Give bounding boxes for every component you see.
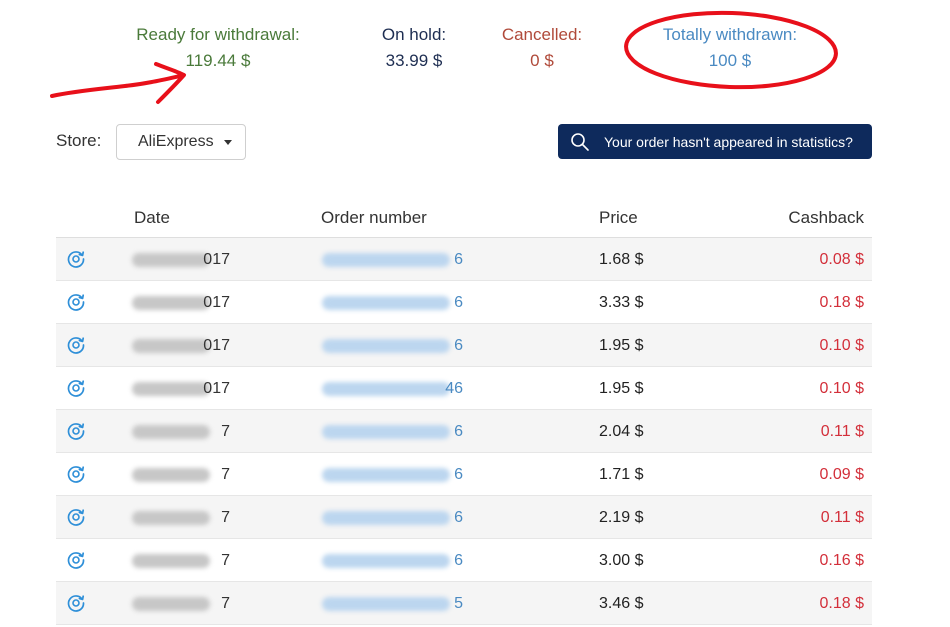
table-row: 7 6 1.71 $ 0.09 $ [56,453,872,496]
column-header-order-number[interactable]: Order number [321,208,427,228]
refresh-circle-icon[interactable] [66,249,86,269]
cell-cashback: 0.18 $ [819,595,864,612]
table-row: 017 46 1.95 $ 0.10 $ [56,367,872,410]
table-body: 017 6 1.68 $ 0.08 $ 017 6 3.33 $ 0.18 $ … [56,238,872,625]
cell-price: 2.19 $ [599,509,644,526]
cell-cashback: 0.11 $ [820,509,864,526]
table-row: 7 6 2.19 $ 0.11 $ [56,496,872,539]
cell-date: 7 [221,595,230,612]
stat-withdrawn-label: Totally withdrawn: [662,25,798,44]
table-row: 7 6 3.00 $ 0.16 $ [56,539,872,582]
refresh-circle-icon[interactable] [66,464,86,484]
table-row: 017 6 3.33 $ 0.18 $ [56,281,872,324]
cell-price: 1.95 $ [599,337,644,354]
table-row: 7 6 2.04 $ 0.11 $ [56,410,872,453]
caret-down-icon [223,139,232,145]
stat-withdrawn-value: 100 $ [708,51,752,70]
stat-hold-value: 33.99 $ [385,51,443,70]
cell-date: 7 [221,509,230,526]
refresh-circle-icon[interactable] [66,421,86,441]
missing-order-button[interactable]: Your order hasn't appeared in statistics… [558,124,872,159]
cell-cashback: 0.11 $ [820,423,864,440]
cell-cashback: 0.08 $ [819,251,864,268]
cell-cashback: 0.10 $ [819,337,864,354]
column-header-date[interactable]: Date [134,208,170,228]
cell-date: 017 [203,380,230,397]
refresh-circle-icon[interactable] [66,335,86,355]
cell-order-number[interactable]: 6 [321,466,463,484]
table-header: Date Order number Price Cashback [56,195,872,238]
cell-price: 1.68 $ [599,251,644,268]
refresh-circle-icon[interactable] [66,292,86,312]
refresh-circle-icon[interactable] [66,593,86,613]
store-dropdown[interactable]: AliExpress [116,124,246,160]
cell-cashback: 0.10 $ [819,380,864,397]
stat-on-hold: On hold: 33.99 $ [364,22,464,74]
cell-order-number[interactable]: 46 [321,380,463,398]
table-row: 7 5 3.46 $ 0.18 $ [56,582,872,625]
cell-price: 1.95 $ [599,380,644,397]
stat-ready-label: Ready for withdrawal: [136,25,300,44]
search-icon [571,132,589,151]
stat-cancelled-value: 0 $ [530,51,554,70]
orders-table: Date Order number Price Cashback 017 6 1… [56,195,872,625]
cell-order-number[interactable]: 6 [321,251,463,269]
balance-summary: Ready for withdrawal: 119.44 $ On hold: … [0,22,950,82]
cell-order-number[interactable]: 5 [321,595,463,613]
stat-ready-value: 119.44 $ [185,51,251,70]
refresh-circle-icon[interactable] [66,507,86,527]
cell-date: 017 [203,337,230,354]
stat-totally-withdrawn: Totally withdrawn: 100 $ [640,22,820,74]
refresh-circle-icon[interactable] [66,550,86,570]
cell-price: 1.71 $ [599,466,644,483]
table-row: 017 6 1.95 $ 0.10 $ [56,324,872,367]
cell-price: 2.04 $ [599,423,644,440]
cell-order-number[interactable]: 6 [321,552,463,570]
stat-cancelled-label: Cancelled: [501,25,583,44]
cell-cashback: 0.09 $ [819,466,864,483]
cell-order-number[interactable]: 6 [321,423,463,441]
store-dropdown-value: AliExpress [138,133,214,150]
column-header-price[interactable]: Price [599,208,638,228]
cell-date: 017 [203,251,230,268]
refresh-circle-icon[interactable] [66,378,86,398]
cell-price: 3.00 $ [599,552,644,569]
cell-date: 7 [221,552,230,569]
missing-order-button-label: Your order hasn't appeared in statistics… [604,133,853,150]
store-label: Store: [56,131,102,150]
cell-cashback: 0.18 $ [819,294,864,311]
cell-order-number[interactable]: 6 [321,294,463,312]
cell-date: 7 [221,466,230,483]
stat-ready-for-withdrawal: Ready for withdrawal: 119.44 $ [118,22,318,74]
column-header-cashback[interactable]: Cashback [788,208,864,228]
cell-price: 3.33 $ [599,294,644,311]
cell-order-number[interactable]: 6 [321,337,463,355]
stat-hold-label: On hold: [381,25,447,44]
cell-date: 7 [221,423,230,440]
stat-cancelled: Cancelled: 0 $ [486,22,598,74]
cell-price: 3.46 $ [599,595,644,612]
cell-cashback: 0.16 $ [819,552,864,569]
table-row: 017 6 1.68 $ 0.08 $ [56,238,872,281]
cell-date: 017 [203,294,230,311]
cell-order-number[interactable]: 6 [321,509,463,527]
